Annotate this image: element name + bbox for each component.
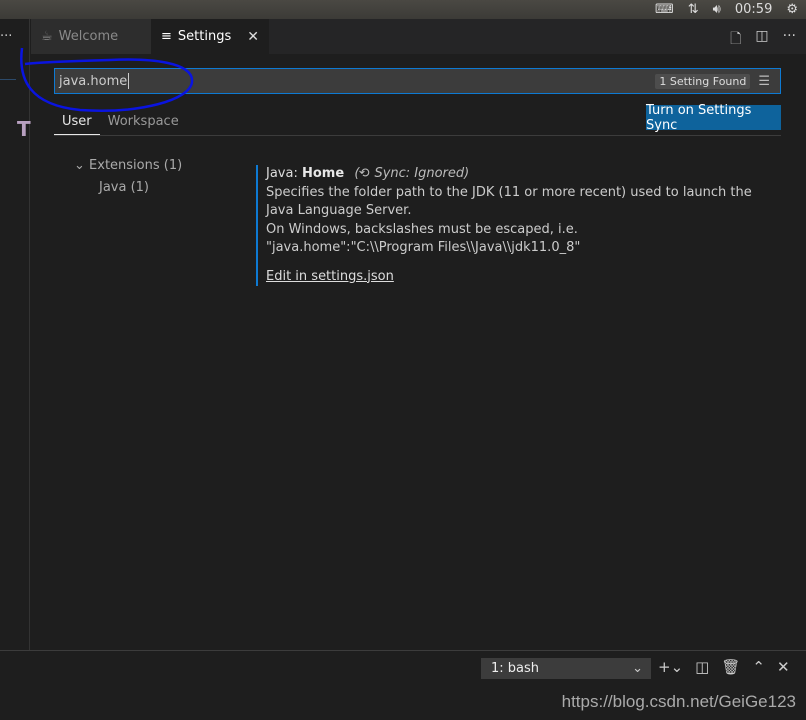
- split-terminal-icon[interactable]: ◫: [695, 658, 709, 676]
- more-icon[interactable]: ···: [0, 29, 12, 44]
- tab-label: Settings: [177, 29, 232, 44]
- settings-toc: ⌄ Extensions (1) Java (1): [74, 155, 182, 199]
- power-icon[interactable]: ⚙: [786, 2, 798, 17]
- setting-category: Java:: [266, 166, 302, 181]
- tab-user[interactable]: User: [54, 108, 100, 135]
- close-icon[interactable]: ✕: [247, 29, 259, 45]
- tab-welcome[interactable]: ☕︎ Welcome: [31, 19, 151, 54]
- clear-filter-icon[interactable]: ☰: [758, 74, 770, 89]
- terminal-actions: +⌄ ◫ 🗑 ⌃ ✕: [658, 658, 790, 676]
- tab-workspace[interactable]: Workspace: [100, 108, 187, 135]
- coffee-cup-icon: ☕︎: [41, 29, 53, 44]
- tab-settings[interactable]: ≡ Settings ✕: [151, 19, 269, 54]
- close-panel-icon[interactable]: ✕: [777, 658, 790, 676]
- terminal-select[interactable]: 1: bash ⌄: [481, 658, 651, 679]
- text-cursor: [128, 73, 130, 89]
- more-icon[interactable]: ···: [783, 28, 796, 52]
- setting-title: Java: Home (⟲ Sync: Ignored): [266, 165, 756, 184]
- trash-icon[interactable]: 🗑: [721, 658, 740, 676]
- toc-label: Extensions (1): [89, 158, 183, 173]
- setting-java-home: Java: Home (⟲ Sync: Ignored) Specifies t…: [256, 165, 756, 286]
- sync-ignored-icon: ⟲: [359, 166, 371, 181]
- toc-item-java[interactable]: Java (1): [74, 177, 182, 199]
- edit-in-settings-json-link[interactable]: Edit in settings.json: [266, 268, 394, 287]
- setting-description: "java.home":"C:\\Program Files\\Java\\jd…: [266, 240, 581, 255]
- volume-icon[interactable]: 🔊︎: [713, 2, 721, 17]
- keyboard-icon[interactable]: ⌨: [655, 2, 674, 17]
- toc-group-extensions[interactable]: ⌄ Extensions (1): [74, 155, 182, 177]
- network-icon[interactable]: ⇅: [688, 2, 699, 17]
- sync-status: (⟲ Sync: Ignored): [354, 166, 470, 181]
- terminal-selected: 1: bash: [491, 661, 540, 676]
- list-icon: ≡: [161, 29, 172, 44]
- editor-actions: 🗋 ◫ ···: [730, 28, 796, 52]
- watermark: https://blog.csdn.net/GeiGe123: [561, 692, 796, 711]
- split-editor-icon[interactable]: ◫: [755, 28, 768, 52]
- system-top-bar: ⌨ ⇅ 🔊︎ 00:59 ⚙: [0, 0, 806, 19]
- side-panel: ··· T: [0, 19, 31, 650]
- setting-description: On Windows, backslashes must be escaped,…: [266, 221, 578, 237]
- result-count-badge: 1 Setting Found: [655, 73, 751, 89]
- turn-on-settings-sync-button[interactable]: Turn on Settings Sync: [646, 103, 781, 133]
- chevron-down-icon: ⌄: [632, 661, 643, 676]
- chevron-down-icon: ⌄: [74, 158, 85, 173]
- tab-label: Welcome: [58, 29, 119, 44]
- maximize-panel-icon[interactable]: ⌃: [752, 658, 765, 676]
- setting-name: Home: [301, 166, 345, 181]
- settings-search-input[interactable]: java.home 1 Setting Found ☰: [54, 68, 781, 94]
- search-value: java.home: [59, 73, 128, 89]
- editor-tabs: ☕︎ Welcome ≡ Settings ✕: [31, 19, 806, 54]
- open-json-icon[interactable]: 🗋: [730, 28, 741, 52]
- clock[interactable]: 00:59: [735, 2, 772, 17]
- setting-description: Specifies the folder path to the JDK (11…: [266, 184, 752, 219]
- sync-label: Sync: Ignored: [374, 166, 465, 181]
- text-fragment: T: [17, 117, 31, 141]
- divider: [0, 79, 16, 80]
- new-terminal-icon[interactable]: +⌄: [658, 658, 683, 676]
